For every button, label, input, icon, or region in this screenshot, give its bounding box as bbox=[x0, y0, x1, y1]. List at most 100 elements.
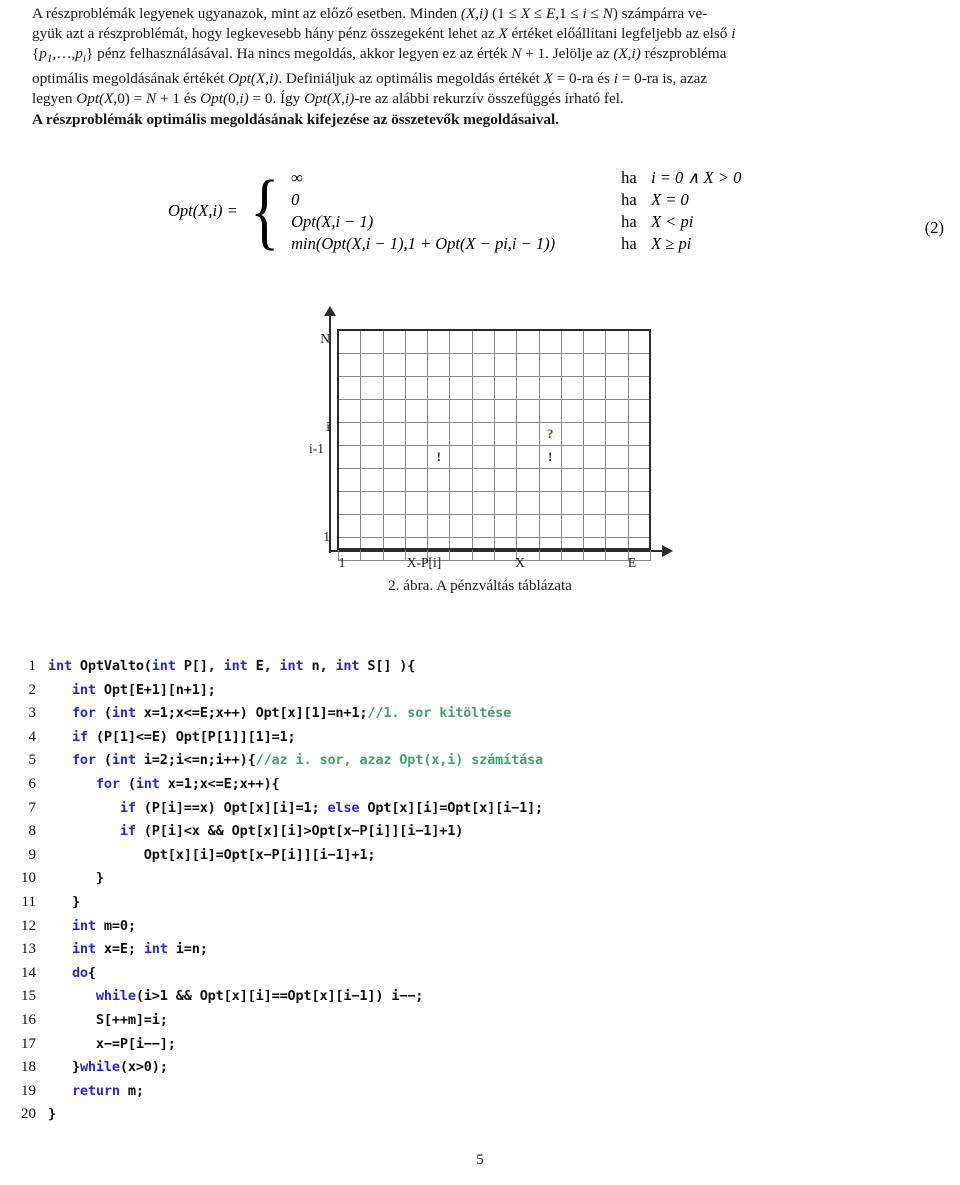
code-keyword: int bbox=[151, 658, 176, 674]
dp-table-grid: ?!! bbox=[337, 330, 652, 561]
grid-cell bbox=[404, 445, 429, 469]
equation-block: Opt(X,i) = { ∞ ha i = 0 ∧ X > 0 0 ha X =… bbox=[0, 160, 960, 280]
code-text: S[++m]=i; bbox=[48, 1011, 168, 1028]
grid-cell bbox=[427, 330, 451, 354]
equation-number: (2) bbox=[924, 218, 944, 237]
page-number: 5 bbox=[476, 1152, 484, 1168]
equation-case-ha: ha bbox=[621, 168, 637, 187]
grid-cell bbox=[516, 514, 540, 538]
code-line-number: 10 bbox=[21, 870, 36, 887]
grid-cell bbox=[404, 376, 429, 400]
code-text: (P[i]<x && Opt[x][i]>Opt[x−P[i]][i−1]+1) bbox=[135, 823, 464, 840]
grid-cell bbox=[493, 330, 518, 354]
grid-cell bbox=[471, 399, 495, 423]
code-line: 13 int x=E; int i=n; bbox=[0, 938, 960, 962]
grid-cell bbox=[627, 376, 652, 400]
figure-caption: 2. ábra. A pénzváltás táblázata bbox=[388, 577, 572, 594]
code-line-number: 6 bbox=[28, 775, 37, 792]
equation-case-value: ∞ bbox=[291, 168, 303, 187]
code-text: (P[i]==x) Opt[x][i]=1; bbox=[135, 799, 328, 816]
grid-row bbox=[337, 399, 652, 423]
equation-case-ha: ha bbox=[621, 212, 637, 231]
grid-cell bbox=[471, 468, 495, 492]
figure-money-change-table: ?!! N i i-1 1 1 X-P[i] X E 2. ábra. A pé… bbox=[0, 305, 960, 625]
grid-cell bbox=[404, 468, 429, 492]
grid-cell bbox=[516, 468, 540, 492]
grid-cell bbox=[337, 330, 362, 354]
grid-row: ? bbox=[337, 422, 652, 446]
grid-cell bbox=[493, 399, 518, 423]
grid-cell bbox=[583, 353, 607, 377]
grid-cell bbox=[493, 491, 518, 515]
code-line: 8 if (P[i]<x && Opt[x][i]>Opt[x−P[i]][i−… bbox=[0, 820, 960, 844]
code-keyword: if bbox=[71, 728, 88, 745]
grid-cell bbox=[605, 399, 629, 423]
grid-cell bbox=[627, 445, 652, 469]
grid-cell bbox=[382, 468, 406, 492]
grid-mark-question: ? bbox=[546, 426, 554, 441]
grid-cell bbox=[404, 491, 429, 515]
grid-cell bbox=[560, 491, 585, 515]
grid-cell bbox=[538, 514, 562, 538]
x-axis-arrow-icon bbox=[662, 545, 673, 557]
code-comment: //1. sor kitöltése bbox=[367, 705, 512, 722]
grid-cell bbox=[560, 537, 585, 561]
grid-cell bbox=[583, 537, 607, 561]
code-line-number: 1 bbox=[28, 658, 37, 674]
grid-cell bbox=[516, 330, 540, 354]
code-line-text: int OptValto(int P[], int E, int n, int … bbox=[48, 655, 415, 679]
equation-case-condition: X < pi bbox=[651, 212, 694, 231]
grid-cell bbox=[449, 514, 473, 538]
grid-cell bbox=[449, 491, 473, 515]
code-line-text: return m; bbox=[48, 1080, 144, 1104]
grid-cell bbox=[471, 537, 495, 561]
code-line: 9 Opt[x][i]=Opt[x−P[i]][i−1]+1; bbox=[0, 844, 960, 868]
grid-cell bbox=[449, 330, 473, 354]
code-text: P[], bbox=[175, 658, 224, 674]
grid-cell bbox=[493, 376, 518, 400]
grid-cell bbox=[560, 399, 585, 423]
code-text: S[] ){ bbox=[359, 658, 416, 674]
code-text: } bbox=[48, 1106, 56, 1123]
prose-line-4: optimális megoldásának értékét Opt(X,i).… bbox=[32, 70, 708, 88]
grid-cell bbox=[382, 330, 406, 354]
code-line-number: 14 bbox=[21, 964, 36, 981]
code-line: 11 } bbox=[0, 891, 960, 915]
code-line-number: 19 bbox=[21, 1082, 36, 1099]
grid-row bbox=[337, 330, 652, 354]
grid-cell bbox=[382, 399, 406, 423]
prose-line-5: legyen Opt(X,0) = N + 1 és Opt(0,i) = 0.… bbox=[32, 90, 624, 108]
code-line-number: 12 bbox=[21, 917, 36, 934]
grid-cell bbox=[583, 376, 607, 400]
grid-cell bbox=[360, 422, 384, 446]
grid-cell bbox=[337, 445, 362, 469]
grid-cell bbox=[627, 491, 652, 515]
grid-cell bbox=[471, 330, 495, 354]
equation-case-ha: ha bbox=[621, 234, 637, 253]
code-line-text: int m=0; bbox=[48, 915, 136, 939]
grid-cell bbox=[605, 353, 629, 377]
code-line: 1 int OptValto(int P[], int E, int n, int… bbox=[0, 655, 960, 679]
code-line-number: 13 bbox=[21, 941, 36, 958]
grid-cell bbox=[471, 514, 495, 538]
grid-cell bbox=[560, 353, 585, 377]
grid-cell bbox=[605, 491, 629, 515]
code-line: 10 } bbox=[0, 867, 960, 891]
grid-cell bbox=[471, 445, 495, 469]
grid-cell bbox=[583, 399, 607, 423]
grid-cell bbox=[583, 468, 607, 492]
code-line: 12 int m=0; bbox=[0, 915, 960, 939]
code-line-number: 3 bbox=[28, 705, 37, 722]
grid-cell bbox=[605, 445, 629, 469]
code-line-number: 8 bbox=[28, 823, 37, 840]
grid-cell bbox=[627, 468, 652, 492]
code-line-text: while(i>1 && Opt[x][i]==Opt[x][i−1]) i−−… bbox=[48, 985, 424, 1009]
grid-cell bbox=[471, 422, 495, 446]
grid-cell bbox=[538, 537, 562, 561]
code-keyword: for bbox=[71, 705, 96, 722]
grid-cell bbox=[382, 491, 406, 515]
